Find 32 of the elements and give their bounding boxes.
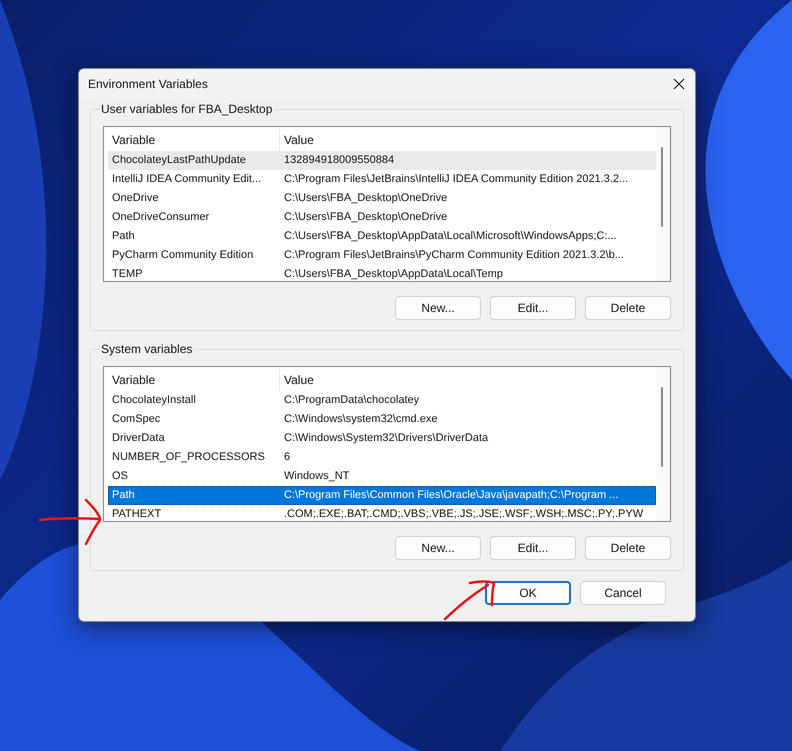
- list-row[interactable]: OneDriveConsumer C:\Users\FBA_Desktop\OneDrive: [108, 208, 656, 227]
- list-row[interactable]: ChocolateyLastPathUpdate 132894918009550884: [108, 151, 656, 170]
- group-title: User variables for FBA_Desktop: [99, 102, 274, 116]
- column-header[interactable]: Value: [280, 129, 656, 151]
- dialog-button[interactable]: Edit...: [490, 296, 576, 320]
- dialog-button[interactable]: New...: [395, 296, 481, 320]
- dialog-button[interactable]: New...: [395, 536, 481, 560]
- dialog-button[interactable]: OK: [485, 581, 571, 605]
- dialog-button[interactable]: Edit...: [490, 536, 576, 560]
- close-icon[interactable]: [673, 78, 685, 90]
- list-row[interactable]: ChocolateyInstall C:\ProgramData\chocolatey: [108, 391, 656, 410]
- list-row[interactable]: DriverData C:\Windows\System32\Drivers\DriverData: [108, 429, 656, 448]
- column-header[interactable]: Value: [280, 369, 656, 391]
- list-row[interactable]: PyCharm Community Edition C:\Program Files\JetBrains\PyCharm Community Edition 2021.3.2\b...: [108, 246, 656, 265]
- scrollbar[interactable]: [656, 127, 670, 281]
- list-row[interactable]: Path C:\Program Files\Common Files\Oracle\Java\javapath;C:\Program ...: [108, 486, 656, 505]
- group-title: System variables: [99, 342, 194, 356]
- list-row[interactable]: Path C:\Users\FBA_Desktop\AppData\Local\Microsoft\WindowsApps;C:...: [108, 227, 656, 246]
- window-title: Environment Variables: [88, 77, 208, 91]
- dialog-button[interactable]: Cancel: [580, 581, 666, 605]
- column-header[interactable]: Variable: [108, 369, 280, 391]
- list-row[interactable]: PATHEXT .COM;.EXE;.BAT;.CMD;.VBS;.VBE;.JS;.JSE;.WSF;.WSH;.MSC;.PY;.PYW: [108, 505, 656, 521]
- scrollbar[interactable]: [656, 367, 670, 521]
- list-row[interactable]: OneDrive C:\Users\FBA_Desktop\OneDrive: [108, 189, 656, 208]
- list-row[interactable]: TEMP C:\Users\FBA_Desktop\AppData\Local\Temp: [108, 265, 656, 281]
- annotation-arrow: [38, 496, 104, 546]
- list-row[interactable]: OS Windows_NT: [108, 467, 656, 486]
- list-row[interactable]: IntelliJ IDEA Community Edit... C:\Program Files\JetBrains\IntelliJ IDEA Community Edition 2021.3.2...: [108, 170, 656, 189]
- dialog-button[interactable]: Delete: [585, 296, 671, 320]
- dialog-button[interactable]: Delete: [585, 536, 671, 560]
- list-row[interactable]: ComSpec C:\Windows\system32\cmd.exe: [108, 410, 656, 429]
- list-row[interactable]: NUMBER_OF_PROCESSORS 6: [108, 448, 656, 467]
